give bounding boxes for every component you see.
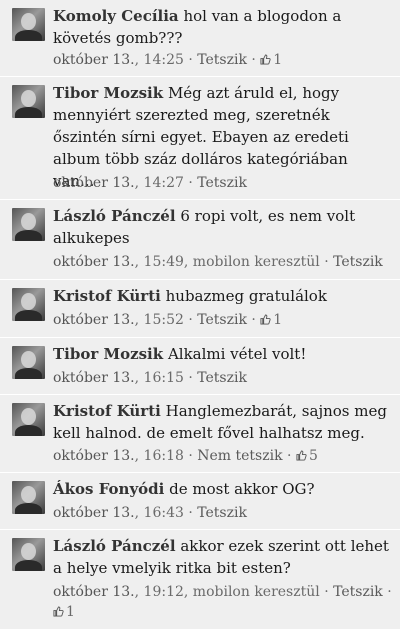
comment-body: László Pánczél akkor ezek szerint ott le… xyxy=(53,535,392,579)
comment-time[interactable]: 16:18 xyxy=(144,448,184,464)
comment-meta: október 13., 14:25 · Tetszik · 1 xyxy=(53,52,283,68)
comment-author[interactable]: László Pánczél xyxy=(53,207,176,225)
comment-text: hubazmeg gratulálok xyxy=(165,287,327,305)
avatar[interactable] xyxy=(12,85,45,118)
comment: Kristof Kürti hubazmeg gratulálok októbe… xyxy=(0,280,400,338)
comment: László Pánczél 6 ropi volt, es nem volt … xyxy=(0,200,400,280)
comment-date[interactable]: október 13. xyxy=(53,254,135,270)
like-link[interactable]: Tetszik xyxy=(197,370,247,386)
thumbs-up-icon[interactable] xyxy=(296,450,307,461)
like-count: 1 xyxy=(273,312,283,328)
like-link[interactable]: Tetszik xyxy=(333,254,383,270)
comment-text: Alkalmi vétel volt! xyxy=(167,345,307,363)
comment: Ákos Fonyódi de most akkor OG? október 1… xyxy=(0,473,400,530)
comment-meta: október 13., 19:12, mobilon keresztül · … xyxy=(53,584,392,620)
comment-date[interactable]: október 13. xyxy=(53,584,135,600)
via-mobile[interactable]: mobilon keresztül xyxy=(193,584,320,600)
comment-text: de most akkor OG? xyxy=(169,480,315,498)
like-count: 1 xyxy=(66,604,75,620)
like-link[interactable]: Tetszik xyxy=(333,584,383,600)
comment-date[interactable]: október 13. xyxy=(53,52,135,68)
comment-time[interactable]: 14:25 xyxy=(144,52,184,68)
comment-author[interactable]: Tibor Mozsik xyxy=(53,345,163,363)
comment-body: Ákos Fonyódi de most akkor OG? xyxy=(53,478,392,500)
comment-body: Kristof Kürti hubazmeg gratulálok xyxy=(53,285,392,307)
comment-body: Tibor Mozsik Alkalmi vétel volt! xyxy=(53,343,392,365)
comment-author[interactable]: László Pánczél xyxy=(53,537,176,555)
avatar[interactable] xyxy=(12,208,45,241)
like-link[interactable]: Tetszik xyxy=(197,312,247,328)
comment-time[interactable]: 15:52 xyxy=(144,312,184,328)
comment-author[interactable]: Kristof Kürti xyxy=(53,402,161,420)
via-mobile[interactable]: mobilon keresztül xyxy=(193,254,320,270)
comment-time[interactable]: 15:49 xyxy=(144,254,184,270)
comment-body: Komoly Cecília hol van a blogodon a köve… xyxy=(53,5,392,49)
comment-date[interactable]: október 13. xyxy=(53,448,135,464)
avatar[interactable] xyxy=(12,8,45,41)
like-link[interactable]: Tetszik xyxy=(197,52,247,68)
comment-date[interactable]: október 13. xyxy=(53,312,135,328)
comment-meta: október 13., 16:18 · Nem tetszik · 5 xyxy=(53,448,318,464)
comment: Tibor Mozsik Alkalmi vétel volt! október… xyxy=(0,338,400,395)
comment: Komoly Cecília hol van a blogodon a köve… xyxy=(0,0,400,77)
like-link[interactable]: Tetszik xyxy=(197,175,247,191)
comment: Tibor Mozsik Még azt áruld el, hogy menn… xyxy=(0,77,400,200)
comment: Kristof Kürti Hanglemezbarát, sajnos meg… xyxy=(0,395,400,473)
like-link[interactable]: Tetszik xyxy=(197,505,247,521)
avatar[interactable] xyxy=(12,403,45,436)
comment-date[interactable]: október 13. xyxy=(53,175,135,191)
comment-author[interactable]: Tibor Mozsik xyxy=(53,84,163,102)
comment-time[interactable]: 19:12 xyxy=(144,584,184,600)
unlike-link[interactable]: Nem tetszik xyxy=(197,448,282,464)
thumbs-up-icon[interactable] xyxy=(53,606,64,617)
avatar[interactable] xyxy=(12,538,45,571)
avatar[interactable] xyxy=(12,481,45,514)
comment-date[interactable]: október 13. xyxy=(53,505,135,521)
thumbs-up-icon[interactable] xyxy=(260,54,271,65)
avatar[interactable] xyxy=(12,346,45,379)
comment-meta: október 13., 16:43 · Tetszik xyxy=(53,505,247,521)
comment-author[interactable]: Kristof Kürti xyxy=(53,287,161,305)
comment-time[interactable]: 14:27 xyxy=(144,175,184,191)
like-count: 1 xyxy=(273,52,283,68)
comment-body: László Pánczél 6 ropi volt, es nem volt … xyxy=(53,205,392,249)
comment-time[interactable]: 16:43 xyxy=(144,505,184,521)
comment-time[interactable]: 16:15 xyxy=(144,370,184,386)
comment-body: Kristof Kürti Hanglemezbarát, sajnos meg… xyxy=(53,400,392,444)
comment-meta: október 13., 14:27 · Tetszik xyxy=(53,175,247,191)
comment-meta: október 13., 16:15 · Tetszik xyxy=(53,370,247,386)
comment: László Pánczél akkor ezek szerint ott le… xyxy=(0,530,400,630)
avatar[interactable] xyxy=(12,288,45,321)
comment-meta: október 13., 15:49, mobilon keresztül · … xyxy=(53,254,383,270)
thumbs-up-icon[interactable] xyxy=(260,314,271,325)
comment-author[interactable]: Ákos Fonyódi xyxy=(53,480,164,498)
comment-meta: október 13., 15:52 · Tetszik · 1 xyxy=(53,312,283,328)
comment-date[interactable]: október 13. xyxy=(53,370,135,386)
like-count: 5 xyxy=(308,448,318,464)
comment-author[interactable]: Komoly Cecília xyxy=(53,7,179,25)
